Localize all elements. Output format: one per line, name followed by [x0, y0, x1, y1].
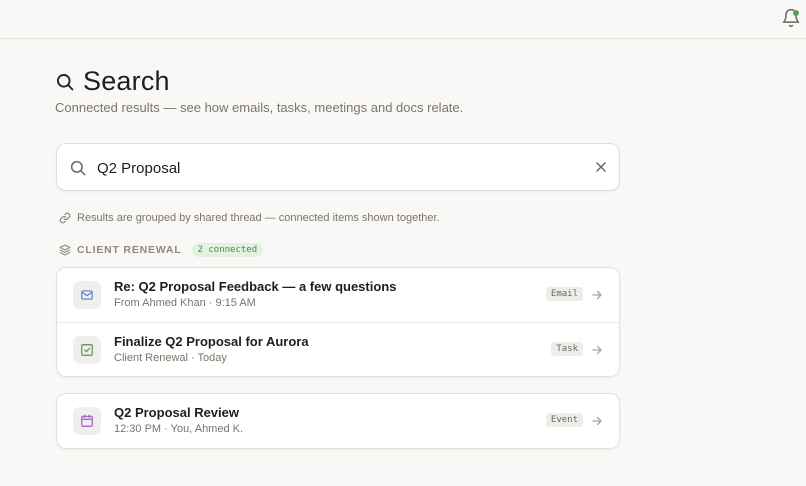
result-row-task[interactable]: Finalize Q2 Proposal for Aurora Client R… [57, 322, 619, 376]
search-box [56, 143, 620, 191]
clear-search-icon[interactable] [595, 161, 607, 173]
grouping-hint: Results are grouped by shared thread — c… [59, 212, 440, 224]
result-title: Re: Q2 Proposal Feedback — a few questio… [114, 279, 397, 294]
group-label: CLIENT RENEWAL [77, 244, 182, 256]
top-bar [0, 0, 806, 39]
page-title-text: Search [83, 65, 170, 96]
result-title: Finalize Q2 Proposal for Aurora [114, 334, 309, 349]
mail-icon [81, 290, 93, 300]
layers-icon [59, 244, 71, 256]
result-type-badge: Email [545, 287, 583, 301]
result-subtitle: Client Renewal · Today [114, 352, 227, 364]
notifications-button[interactable] [781, 8, 801, 28]
result-row-event[interactable]: Q2 Proposal Review 12:30 PM · You, Ahmed… [57, 394, 619, 448]
result-title: Q2 Proposal Review [114, 405, 239, 420]
email-icon-box [73, 281, 101, 309]
result-type-badge: Event [545, 413, 583, 427]
result-row-email[interactable]: Re: Q2 Proposal Feedback — a few questio… [57, 268, 619, 322]
arrow-right-icon [592, 345, 602, 355]
result-subtitle: From Ahmed Khan · 9:15 AM [114, 297, 256, 309]
arrow-right-icon [592, 290, 602, 300]
task-icon-box [73, 336, 101, 364]
result-subtitle: 12:30 PM · You, Ahmed K. [114, 423, 244, 435]
connected-count-badge: 2 connected [191, 243, 264, 257]
arrow-right-icon [592, 416, 602, 426]
group-card: Re: Q2 Proposal Feedback — a few questio… [56, 267, 620, 377]
page-subtitle: Connected results — see how emails, task… [55, 100, 464, 115]
page-title: Search [55, 64, 170, 98]
search-icon [57, 74, 74, 91]
link-icon [59, 212, 71, 224]
search-input[interactable] [97, 154, 577, 182]
check-square-icon [81, 344, 93, 356]
hint-text: Results are grouped by shared thread — c… [77, 212, 440, 224]
result-type-badge: Task [551, 342, 583, 356]
standalone-card: Q2 Proposal Review 12:30 PM · You, Ahmed… [56, 393, 620, 449]
group-header: CLIENT RENEWAL 2 connected [59, 243, 264, 257]
search-icon [70, 160, 86, 176]
event-icon-box [73, 407, 101, 435]
notification-dot [793, 10, 799, 16]
calendar-icon [81, 414, 93, 427]
